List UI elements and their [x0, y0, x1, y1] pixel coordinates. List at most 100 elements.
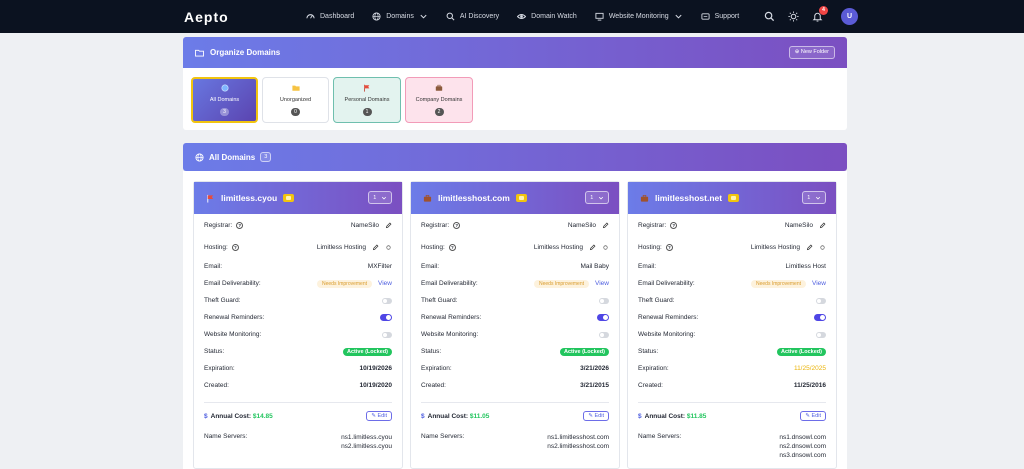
created-label: Created: [638, 382, 663, 389]
email-label: Email: [421, 263, 440, 270]
help-icon[interactable]: ? [448, 243, 456, 251]
eye-icon [517, 14, 527, 19]
expiration-value: 3/21/2026 [580, 365, 609, 372]
expiration-row: Expiration: 3/21/2026 [421, 360, 609, 377]
name-servers-row: Name Servers: ns1.limitless.cyou ns2.limit… [204, 427, 392, 451]
nav-item-support[interactable]: Support [701, 12, 739, 21]
search-icon[interactable] [764, 11, 775, 22]
renewal-row: Renewal Reminders: [638, 309, 826, 326]
cost-value: $14.85 [252, 412, 273, 420]
domain-name[interactable]: limitlesshost.net [655, 193, 722, 203]
folder-select[interactable]: 1 [368, 191, 392, 204]
hosting-label: Hosting: [421, 243, 445, 251]
folder-select-value: 1 [807, 194, 811, 201]
nav-item-domain-watch[interactable]: Domain Watch [517, 12, 577, 21]
renewal-toggle[interactable] [380, 314, 392, 321]
help-icon[interactable]: ? [670, 221, 678, 229]
monitoring-label: Website Monitoring: [638, 331, 696, 338]
monitoring-toggle[interactable] [382, 331, 392, 338]
help-icon[interactable]: ? [665, 243, 673, 251]
pencil-icon[interactable] [385, 222, 392, 229]
dollar-icon: $ [638, 412, 642, 420]
nav-item-website-monitoring[interactable]: Website Monitoring [595, 12, 683, 21]
ns-entry: ns2.limitless.cyou [341, 443, 392, 450]
expiration-value: 10/19/2026 [359, 365, 392, 372]
renewal-label: Renewal Reminders: [638, 314, 699, 321]
folder-label: Personal Domains [344, 97, 390, 103]
created-row: Created: 3/21/2015 [421, 377, 609, 394]
name-servers-row: Name Servers: ns1.limitlesshost.com ns2.li… [421, 427, 609, 451]
edit-button[interactable]: ✎ Edit [366, 411, 392, 421]
remove-icon[interactable] [819, 244, 826, 251]
renewal-toggle[interactable] [597, 314, 609, 321]
renewal-label: Renewal Reminders: [421, 314, 482, 321]
nav-label: Domain Watch [531, 13, 577, 20]
email-row: Email: MXFilter [204, 258, 392, 275]
status-badge: Active (Locked) [343, 347, 392, 356]
renewal-row: Renewal Reminders: [204, 309, 392, 326]
folder-unorganized[interactable]: Unorganized 0 [262, 77, 329, 123]
folder-select[interactable]: 1 [802, 191, 826, 204]
domain-name[interactable]: limitless.cyou [221, 193, 277, 203]
monitoring-toggle[interactable] [816, 331, 826, 338]
remove-icon[interactable] [385, 244, 392, 251]
created-row: Created: 10/19/2020 [204, 377, 392, 394]
chevron-down-icon [598, 196, 603, 199]
help-icon[interactable]: ? [231, 243, 239, 251]
help-icon[interactable]: ? [453, 221, 461, 229]
theft-guard-row: Theft Guard: [204, 292, 392, 309]
logo[interactable]: Aepto [184, 9, 229, 25]
folder-count: 3 [220, 108, 229, 116]
pencil-icon[interactable] [819, 222, 826, 229]
nav-item-dashboard[interactable]: Dashboard [306, 12, 354, 21]
view-link[interactable]: View [595, 280, 609, 287]
pencil-icon[interactable] [589, 244, 596, 251]
theft-guard-toggle[interactable] [816, 297, 826, 304]
folder-company-domains[interactable]: Company Domains 2 [405, 77, 473, 123]
remove-icon[interactable] [602, 244, 609, 251]
registrar-row: Registrar:? NameSilo [638, 214, 826, 236]
ns-label: Name Servers: [421, 433, 465, 440]
domain-card: limitlesshost.com 1 Registrar:? NameSilo… [410, 181, 620, 469]
avatar[interactable]: U [841, 8, 858, 25]
top-nav: Aepto Dashboard Domains AI Discovery Dom… [0, 0, 1024, 33]
edit-label: Edit [811, 413, 821, 419]
domain-name[interactable]: limitlesshost.com [438, 193, 510, 203]
nav-label: AI Discovery [459, 13, 500, 20]
folder-count: 0 [291, 108, 300, 116]
renewal-toggle[interactable] [814, 314, 826, 321]
edit-button[interactable]: ✎ Edit [800, 411, 826, 421]
registrar-value: NameSilo [784, 221, 813, 229]
new-folder-button[interactable]: ⊕ New Folder [788, 46, 835, 59]
nav-item-domains[interactable]: Domains [372, 12, 428, 21]
status-label: Status: [638, 348, 659, 355]
theft-guard-label: Theft Guard: [421, 297, 458, 304]
briefcase-icon [640, 194, 649, 202]
help-icon[interactable]: ? [236, 221, 244, 229]
view-link[interactable]: View [812, 280, 826, 287]
pencil-icon[interactable] [806, 244, 813, 251]
theft-guard-toggle[interactable] [382, 297, 392, 304]
pencil-icon[interactable] [372, 244, 379, 251]
view-link[interactable]: View [378, 280, 392, 287]
monitoring-toggle[interactable] [599, 331, 609, 338]
cost-label: Annual Cost: [427, 412, 469, 420]
folder-personal-domains[interactable]: Personal Domains 1 [333, 77, 401, 123]
folder-select[interactable]: 1 [585, 191, 609, 204]
edit-label: Edit [377, 413, 387, 419]
edit-button[interactable]: ✎ Edit [583, 411, 609, 421]
theft-guard-toggle[interactable] [599, 297, 609, 304]
registrar-label: Registrar: [421, 221, 450, 229]
tag-icon [728, 194, 740, 202]
flag-icon [364, 84, 370, 92]
organize-header: Organize Domains ⊕ New Folder [183, 37, 847, 68]
folder-all-domains[interactable]: All Domains 3 [191, 77, 258, 123]
bell-button[interactable]: 4 [812, 6, 828, 22]
pencil-icon[interactable] [602, 222, 609, 229]
created-row: Created: 11/25/2016 [638, 377, 826, 394]
sun-icon[interactable] [788, 11, 799, 22]
nav-item-ai-discovery[interactable]: AI Discovery [446, 12, 499, 21]
folder-count: 1 [362, 108, 372, 116]
created-value: 3/21/2015 [580, 382, 609, 389]
dollar-icon: $ [204, 412, 208, 420]
